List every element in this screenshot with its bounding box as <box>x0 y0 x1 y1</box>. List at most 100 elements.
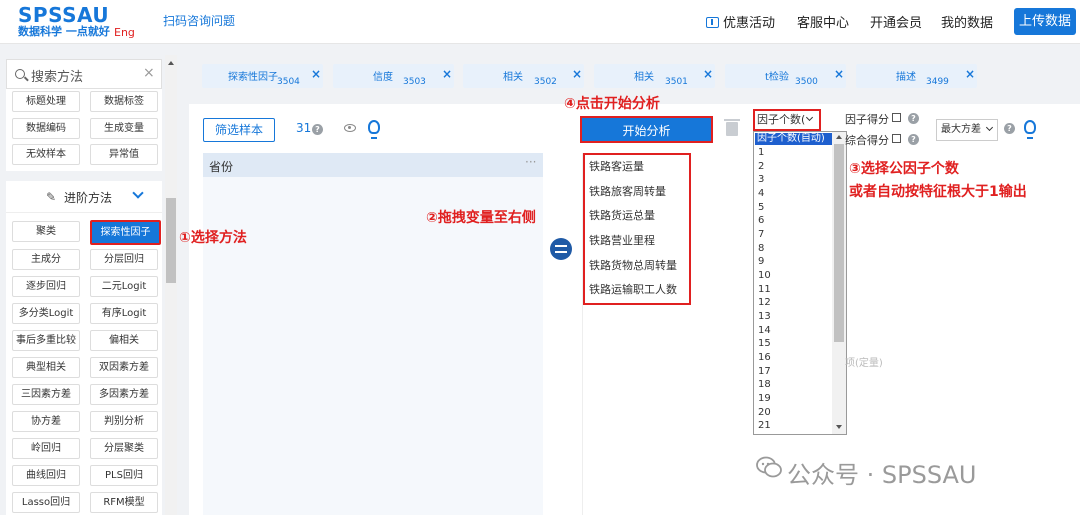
method-button[interactable]: 异常值 <box>90 144 158 165</box>
method-button[interactable]: 三因素方差 <box>12 384 80 405</box>
start-analysis-button[interactable]: 开始分析 <box>580 116 713 143</box>
method-button[interactable]: RFM模型 <box>90 492 158 513</box>
method-button[interactable]: 判别分析 <box>90 411 158 432</box>
advanced-methods-header[interactable]: ✎ 进阶方法 <box>6 181 162 213</box>
sidebar-scrollbar[interactable] <box>165 55 177 515</box>
method-button[interactable]: 岭回归 <box>12 438 80 459</box>
filter-sample-button[interactable]: 筛选样本 <box>203 118 275 142</box>
tab-correlation-1[interactable]: 相关 3502 × <box>463 64 584 88</box>
method-button[interactable]: 偏相关 <box>90 330 158 351</box>
rotation-method-select[interactable]: 最大方差 <box>936 119 998 141</box>
close-icon[interactable]: × <box>442 67 452 81</box>
close-icon[interactable]: × <box>834 67 844 81</box>
lightbulb-icon[interactable] <box>368 120 380 139</box>
scroll-up-arrow-icon[interactable] <box>836 135 842 139</box>
dropdown-option[interactable]: 9 <box>758 256 764 268</box>
upload-data-button[interactable]: 上传数据 <box>1014 8 1076 35</box>
dropdown-option[interactable]: 15 <box>758 338 771 350</box>
dropdown-option[interactable]: 3 <box>758 174 764 186</box>
tab-reliability[interactable]: 信度 3503 × <box>333 64 454 88</box>
dropdown-option[interactable]: 7 <box>758 229 764 241</box>
method-button[interactable]: 典型相关 <box>12 357 80 378</box>
method-button[interactable]: PLS回归 <box>90 465 158 486</box>
dropdown-scrollbar-thumb[interactable] <box>834 144 844 342</box>
method-button-exploratory-factor[interactable]: 探索性因子 <box>90 220 161 245</box>
analysis-variable[interactable]: 铁路客运量 <box>589 158 644 174</box>
method-button[interactable]: 双因素方差 <box>90 357 158 378</box>
analysis-variable[interactable]: 铁路运输职工人数 <box>589 281 677 297</box>
help-icon[interactable]: ? <box>312 124 323 135</box>
method-button[interactable]: 无效样本 <box>12 144 80 165</box>
tab-t-test[interactable]: t检验 3500 × <box>725 64 846 88</box>
close-icon[interactable]: × <box>311 67 321 81</box>
analysis-variable[interactable]: 铁路旅客周转量 <box>589 183 666 199</box>
lightbulb-icon[interactable] <box>1024 120 1036 139</box>
method-button[interactable]: Lasso回归 <box>12 492 80 513</box>
composite-score-checkbox[interactable] <box>892 134 901 143</box>
dropdown-option[interactable]: 20 <box>758 407 771 419</box>
swap-arrows-icon[interactable] <box>550 238 572 260</box>
dropdown-option[interactable]: 16 <box>758 352 771 364</box>
method-button[interactable]: 数据标签 <box>90 91 158 112</box>
method-button[interactable]: 事后多重比较 <box>12 330 80 351</box>
method-button[interactable]: 协方差 <box>12 411 80 432</box>
dropdown-option[interactable]: 13 <box>758 311 771 323</box>
dropdown-option[interactable]: 1 <box>758 147 764 159</box>
method-button[interactable]: 曲线回归 <box>12 465 80 486</box>
close-icon[interactable]: × <box>572 67 582 81</box>
dropdown-option[interactable]: 21 <box>758 420 771 432</box>
dropdown-option[interactable]: 8 <box>758 243 764 255</box>
help-icon[interactable]: ? <box>908 134 919 145</box>
dropdown-option[interactable]: 19 <box>758 393 771 405</box>
help-icon[interactable]: ? <box>908 113 919 124</box>
dropdown-option[interactable]: 17 <box>758 366 771 378</box>
scrollbar-thumb[interactable] <box>166 198 176 283</box>
factor-score-checkbox[interactable] <box>892 113 901 122</box>
method-button[interactable]: 有序Logit <box>90 303 158 324</box>
factor-count-select[interactable]: 因子个数( <box>753 109 821 131</box>
trash-icon[interactable] <box>724 119 740 136</box>
help-icon[interactable]: ? <box>1004 123 1015 134</box>
dropdown-option[interactable]: 12 <box>758 297 771 309</box>
factor-count-dropdown[interactable]: 因子个数(自动) 1 2 3 4 5 6 7 8 9 10 11 12 13 1… <box>753 131 847 435</box>
close-icon[interactable]: × <box>143 65 155 81</box>
dropdown-option[interactable]: 6 <box>758 215 764 227</box>
qr-consult-link[interactable]: 扫码咨询问题 <box>163 12 235 29</box>
method-button[interactable]: 分层聚类 <box>90 438 158 459</box>
analysis-variable[interactable]: 铁路营业里程 <box>589 232 655 248</box>
nav-my-data[interactable]: 我的数据 <box>941 12 993 31</box>
method-search-input[interactable]: 搜索方法 × <box>6 59 162 89</box>
method-button[interactable]: 二元Logit <box>90 276 158 297</box>
analysis-variable[interactable]: 铁路货运总量 <box>589 207 655 223</box>
language-switch[interactable]: Eng <box>114 26 135 39</box>
dropdown-option[interactable]: 18 <box>758 379 771 391</box>
method-button[interactable]: 主成分 <box>12 249 80 270</box>
dropdown-option[interactable]: 14 <box>758 325 771 337</box>
method-button[interactable]: 分层回归 <box>90 249 158 270</box>
method-button[interactable]: 逐步回归 <box>12 276 80 297</box>
nav-service-center[interactable]: 客服中心 <box>797 12 849 31</box>
dropdown-option[interactable]: 2 <box>758 161 764 173</box>
method-button[interactable]: 多分类Logit <box>12 303 80 324</box>
dropdown-option[interactable]: 4 <box>758 188 764 200</box>
close-icon[interactable]: × <box>703 67 713 81</box>
nav-membership[interactable]: 开通会员 <box>870 12 922 31</box>
method-button[interactable]: 聚类 <box>12 221 80 242</box>
tab-correlation-2[interactable]: 相关 3501 × <box>594 64 715 88</box>
tab-descriptive[interactable]: 描述 3499 × <box>856 64 977 88</box>
eye-icon[interactable] <box>344 124 356 132</box>
analysis-variable[interactable]: 铁路货物总周转量 <box>589 257 677 273</box>
dropdown-option[interactable]: 10 <box>758 270 771 282</box>
method-button[interactable]: 标题处理 <box>12 91 80 112</box>
method-button[interactable]: 数据编码 <box>12 118 80 139</box>
dropdown-option-selected[interactable]: 因子个数(自动) <box>755 133 833 145</box>
method-button[interactable]: 多因素方差 <box>90 384 158 405</box>
dropdown-scrollbar[interactable] <box>832 132 846 434</box>
dropdown-option[interactable]: 11 <box>758 284 771 296</box>
more-icon[interactable]: ··· <box>525 155 536 169</box>
scroll-down-arrow-icon[interactable] <box>836 425 842 429</box>
close-icon[interactable]: × <box>965 67 975 81</box>
nav-promotions[interactable]: 优惠活动 <box>706 12 775 31</box>
tab-exploratory-factor[interactable]: 探索性因子 3504 × <box>202 64 323 88</box>
method-button[interactable]: 生成变量 <box>90 118 158 139</box>
